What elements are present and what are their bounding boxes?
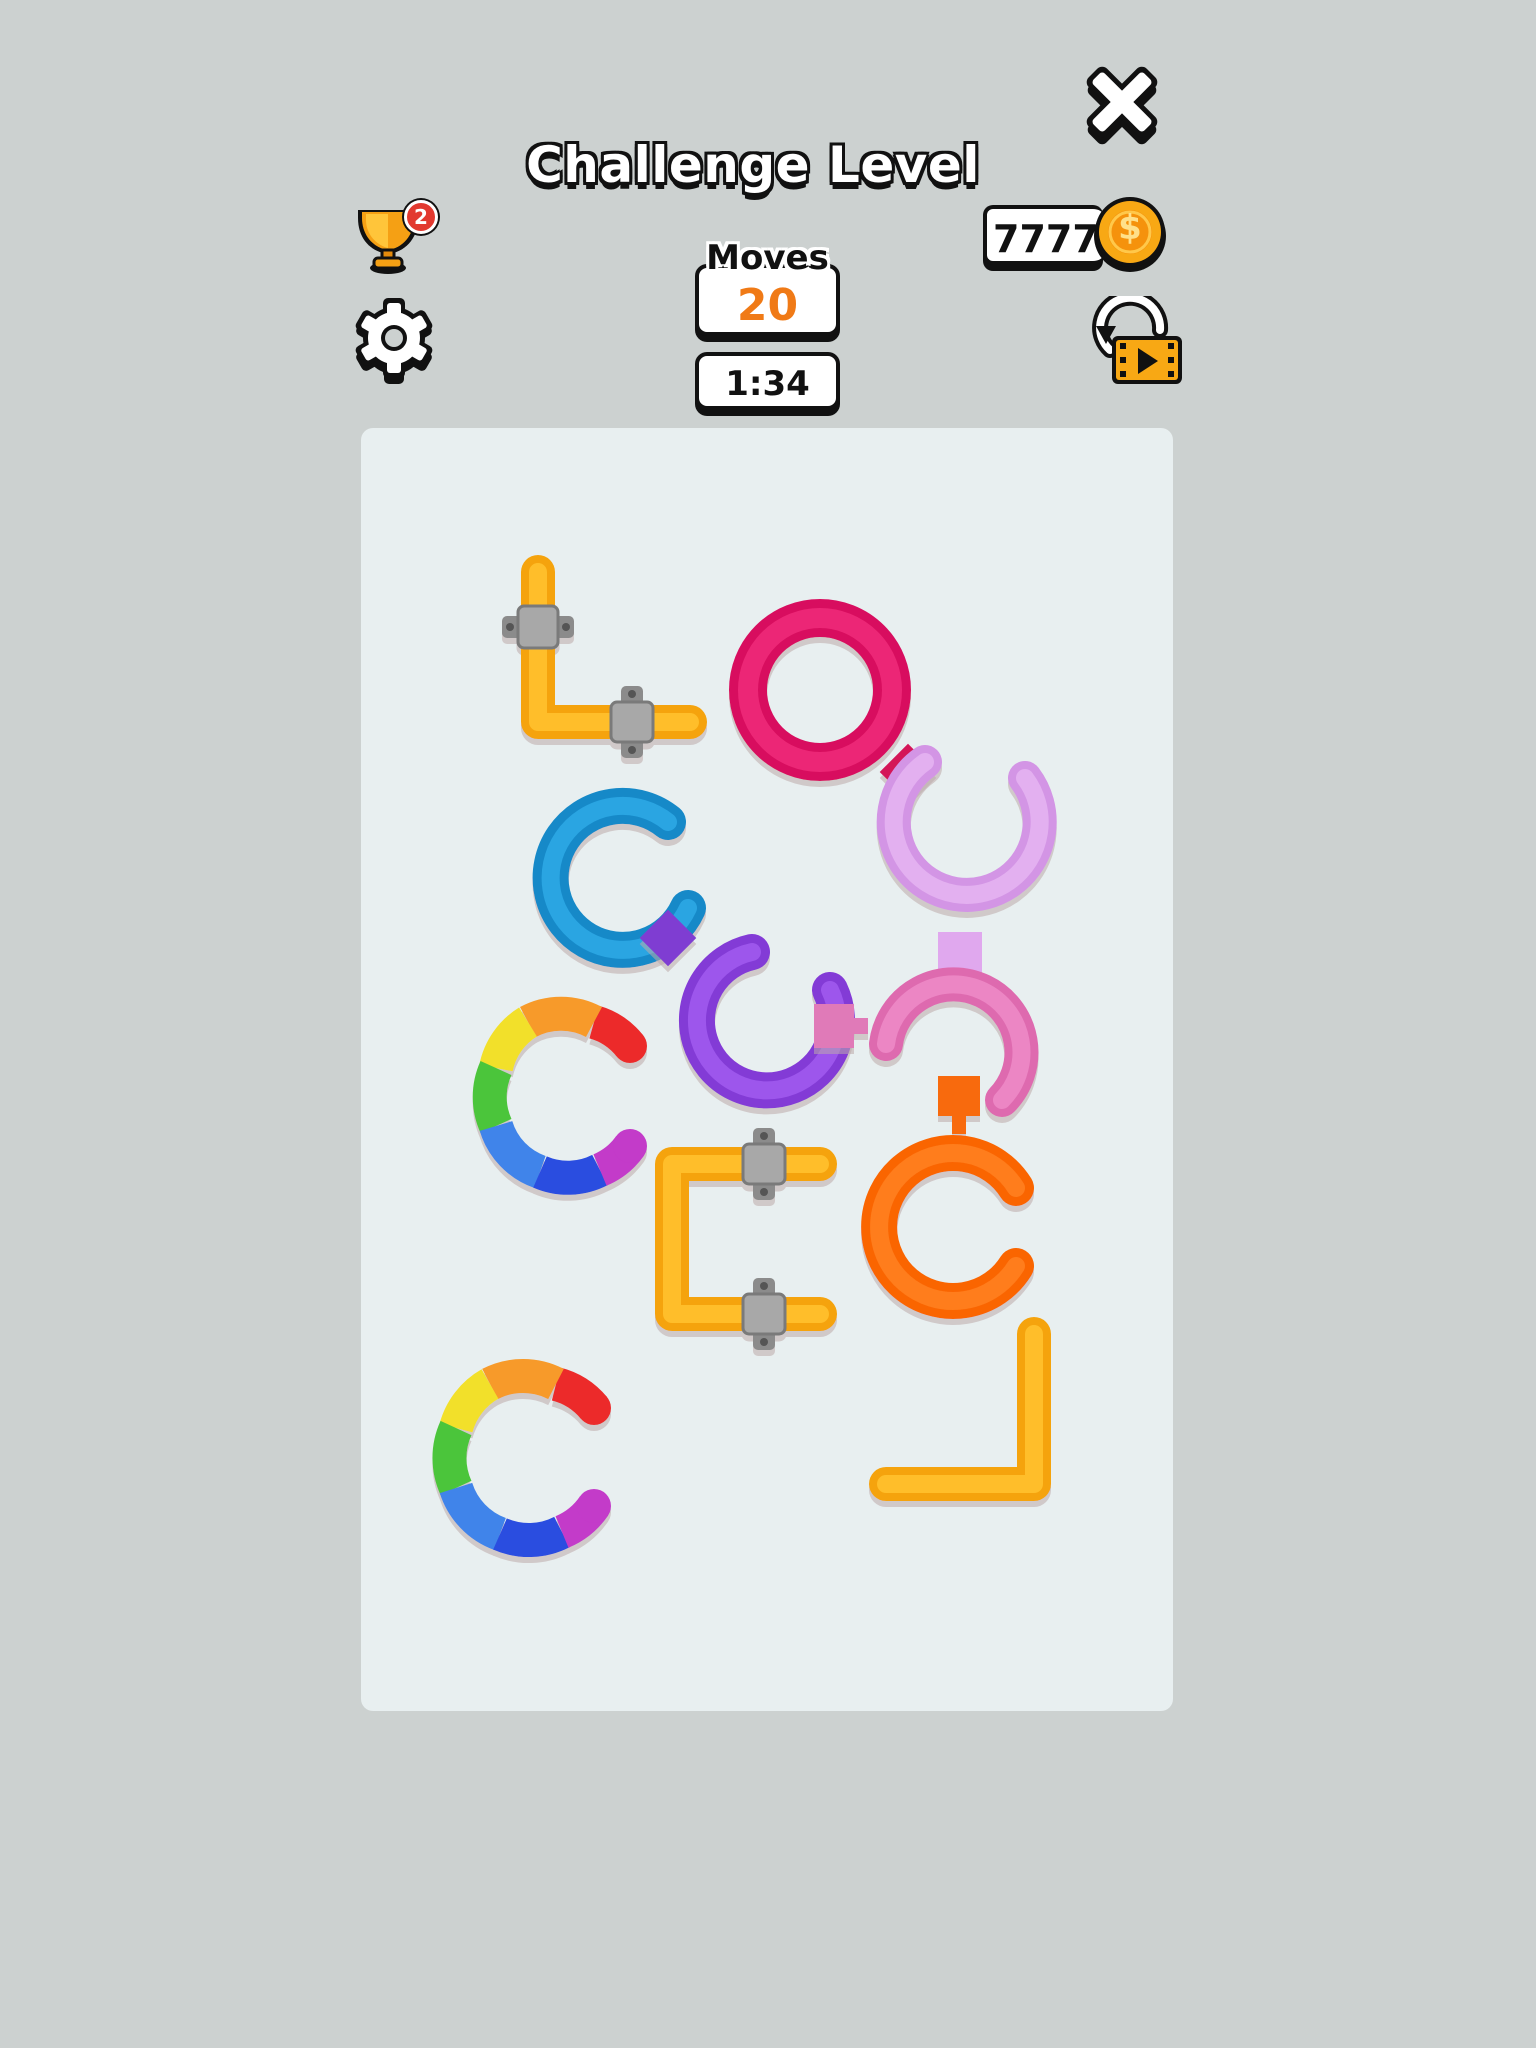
pipe-clamp [502,604,574,650]
settings-button[interactable] [352,298,436,384]
coin-icon: $ [1090,194,1170,274]
timer-value: 1:34 [725,364,810,404]
yellow-l-pipe[interactable] [869,1317,1051,1501]
moves-value: 20 [736,280,799,331]
close-button[interactable] [1082,62,1162,150]
game-board [361,428,1173,1711]
pipe-clamp [609,686,655,758]
pipe-clamp [741,1278,787,1350]
timer: 1:34 [695,352,840,410]
close-icon [1086,66,1158,145]
yellow-elbow-pipe[interactable] [502,555,707,758]
yellow-bracket-pipe[interactable] [655,1128,837,1350]
pipe-clamp [741,1128,787,1200]
trophy-badge: 2 [404,200,438,234]
coin-value: 7777 [993,217,1099,261]
rainbow-arc-pipe-2[interactable] [432,1359,611,1558]
replay-video-button[interactable] [1090,289,1186,390]
page-title: Challenge Level [526,136,980,194]
replay-video-icon [1092,289,1182,384]
coin-counter: 7777 [983,205,1103,265]
purple-arc-pipe[interactable] [639,909,855,1109]
gear-icon [355,298,433,384]
trophy-button[interactable]: 2 [352,196,448,278]
lilac-arc-pipe[interactable] [876,745,1057,972]
rainbow-arc-pipe-1[interactable] [472,996,647,1195]
moves-label: Moves [706,238,829,278]
